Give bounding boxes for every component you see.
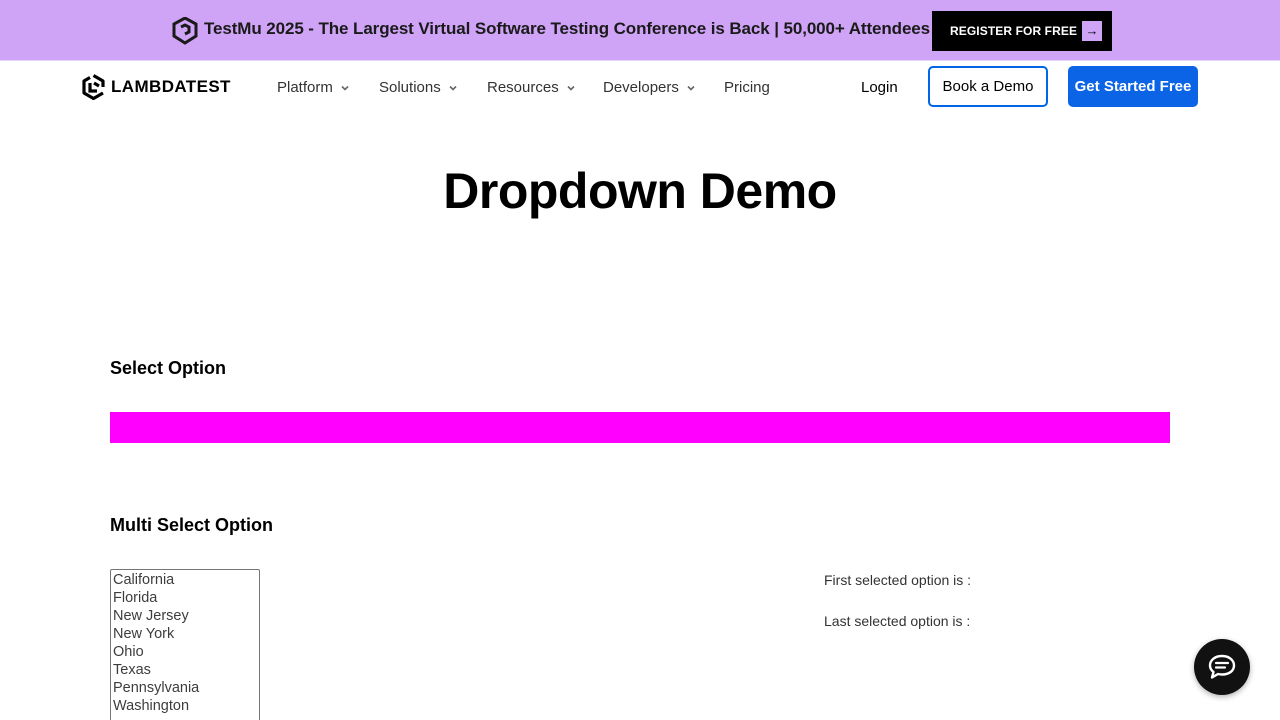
main-header: LAMBDATEST Platform Solutions Resources … — [0, 61, 1280, 117]
list-item[interactable]: Ohio — [111, 643, 259, 661]
select-dropdown[interactable] — [110, 412, 1170, 443]
select-option-heading: Select Option — [110, 358, 227, 378]
chevron-down-icon — [449, 85, 457, 91]
login-link[interactable]: Login — [861, 79, 898, 96]
multi-select-list[interactable]: California Florida New Jersey New York O… — [110, 569, 260, 720]
book-demo-button[interactable]: Book a Demo — [928, 66, 1048, 107]
nav-platform[interactable]: Platform — [277, 79, 349, 96]
list-item[interactable]: New York — [111, 625, 259, 643]
chevron-down-icon — [687, 85, 695, 91]
lambdatest-logo-icon — [82, 74, 105, 100]
first-selected-label: First selected option is : — [824, 572, 972, 588]
chevron-down-icon — [341, 85, 349, 91]
nav-label: Resources — [487, 79, 559, 96]
chevron-down-icon — [567, 85, 575, 91]
promo-banner: TestMu 2025 - The Largest Virtual Softwa… — [0, 0, 1280, 61]
nav-resources[interactable]: Resources — [487, 79, 575, 96]
list-item[interactable]: Pennsylvania — [111, 679, 259, 697]
brand-logo[interactable]: LAMBDATEST — [82, 74, 231, 100]
nav-label: Pricing — [724, 79, 770, 96]
list-item[interactable]: Texas — [111, 661, 259, 679]
nav-pricing[interactable]: Pricing — [724, 79, 770, 96]
list-item[interactable]: Washington — [111, 697, 259, 715]
nav-label: Platform — [277, 79, 333, 96]
testmu-logo-icon — [172, 17, 198, 45]
multi-select-heading: Multi Select Option — [110, 515, 274, 535]
arrow-right-icon: → — [1082, 21, 1102, 41]
list-item[interactable]: New Jersey — [111, 607, 259, 625]
promo-text: TestMu 2025 - The Largest Virtual Softwa… — [204, 19, 931, 38]
nav-solutions[interactable]: Solutions — [379, 79, 457, 96]
last-selected-label: Last selected option is : — [824, 613, 971, 629]
brand-name: LAMBDATEST — [111, 77, 231, 96]
get-started-button[interactable]: Get Started Free — [1068, 66, 1198, 107]
page-title: Dropdown Demo — [443, 163, 837, 219]
nav-label: Solutions — [379, 79, 441, 96]
list-item[interactable]: Florida — [111, 589, 259, 607]
nav-developers[interactable]: Developers — [603, 79, 695, 96]
chat-bubble-icon — [1208, 654, 1236, 679]
chat-widget-button[interactable] — [1194, 639, 1250, 695]
list-item[interactable]: California — [111, 571, 259, 589]
register-button[interactable]: REGISTER FOR FREE → — [932, 11, 1112, 51]
register-button-label: REGISTER FOR FREE — [950, 24, 1078, 38]
nav-label: Developers — [603, 79, 679, 96]
